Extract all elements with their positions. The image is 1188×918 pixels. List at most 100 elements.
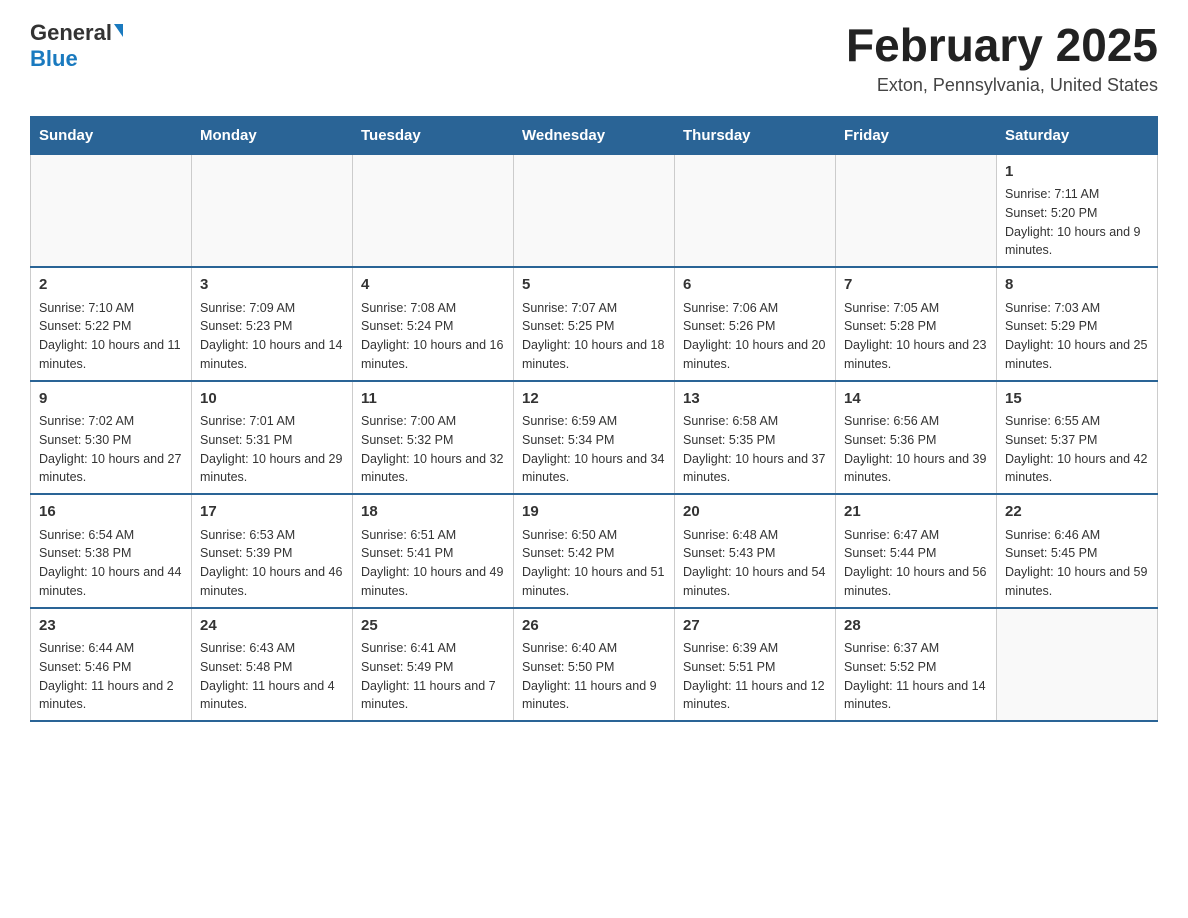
logo-blue-text: Blue	[30, 46, 78, 72]
day-number: 6	[683, 274, 827, 297]
calendar-day: 23Sunrise: 6:44 AMSunset: 5:46 PMDayligh…	[31, 608, 192, 722]
calendar-day: 24Sunrise: 6:43 AMSunset: 5:48 PMDayligh…	[192, 608, 353, 722]
day-info: Sunrise: 7:01 AMSunset: 5:31 PMDaylight:…	[200, 412, 344, 487]
weekday-header-row: SundayMondayTuesdayWednesdayThursdayFrid…	[31, 116, 1158, 154]
day-info: Sunrise: 6:41 AMSunset: 5:49 PMDaylight:…	[361, 639, 505, 714]
day-info: Sunrise: 7:11 AMSunset: 5:20 PMDaylight:…	[1005, 185, 1149, 260]
day-number: 27	[683, 615, 827, 638]
day-info: Sunrise: 7:07 AMSunset: 5:25 PMDaylight:…	[522, 299, 666, 374]
day-number: 20	[683, 501, 827, 524]
calendar-day: 15Sunrise: 6:55 AMSunset: 5:37 PMDayligh…	[997, 381, 1158, 495]
calendar-day: 1Sunrise: 7:11 AMSunset: 5:20 PMDaylight…	[997, 154, 1158, 267]
day-number: 8	[1005, 274, 1149, 297]
month-title: February 2025	[846, 20, 1158, 71]
calendar-body: 1Sunrise: 7:11 AMSunset: 5:20 PMDaylight…	[31, 154, 1158, 721]
day-info: Sunrise: 6:44 AMSunset: 5:46 PMDaylight:…	[39, 639, 183, 714]
day-info: Sunrise: 6:43 AMSunset: 5:48 PMDaylight:…	[200, 639, 344, 714]
day-number: 18	[361, 501, 505, 524]
day-number: 24	[200, 615, 344, 638]
day-number: 2	[39, 274, 183, 297]
logo-general-text: General	[30, 20, 112, 46]
day-number: 12	[522, 388, 666, 411]
day-number: 11	[361, 388, 505, 411]
day-info: Sunrise: 6:54 AMSunset: 5:38 PMDaylight:…	[39, 526, 183, 601]
day-info: Sunrise: 6:51 AMSunset: 5:41 PMDaylight:…	[361, 526, 505, 601]
calendar-day	[836, 154, 997, 267]
day-info: Sunrise: 7:06 AMSunset: 5:26 PMDaylight:…	[683, 299, 827, 374]
calendar-week-2: 2Sunrise: 7:10 AMSunset: 5:22 PMDaylight…	[31, 267, 1158, 381]
calendar-day: 13Sunrise: 6:58 AMSunset: 5:35 PMDayligh…	[675, 381, 836, 495]
day-info: Sunrise: 6:40 AMSunset: 5:50 PMDaylight:…	[522, 639, 666, 714]
day-info: Sunrise: 7:09 AMSunset: 5:23 PMDaylight:…	[200, 299, 344, 374]
day-number: 22	[1005, 501, 1149, 524]
calendar-day: 21Sunrise: 6:47 AMSunset: 5:44 PMDayligh…	[836, 494, 997, 608]
day-number: 5	[522, 274, 666, 297]
day-info: Sunrise: 6:59 AMSunset: 5:34 PMDaylight:…	[522, 412, 666, 487]
weekday-wednesday: Wednesday	[514, 116, 675, 154]
calendar-day: 10Sunrise: 7:01 AMSunset: 5:31 PMDayligh…	[192, 381, 353, 495]
calendar-day	[675, 154, 836, 267]
calendar-day: 28Sunrise: 6:37 AMSunset: 5:52 PMDayligh…	[836, 608, 997, 722]
day-number: 23	[39, 615, 183, 638]
day-number: 1	[1005, 161, 1149, 184]
calendar-day: 11Sunrise: 7:00 AMSunset: 5:32 PMDayligh…	[353, 381, 514, 495]
calendar-header: SundayMondayTuesdayWednesdayThursdayFrid…	[31, 116, 1158, 154]
calendar-day: 26Sunrise: 6:40 AMSunset: 5:50 PMDayligh…	[514, 608, 675, 722]
day-info: Sunrise: 7:00 AMSunset: 5:32 PMDaylight:…	[361, 412, 505, 487]
calendar-day: 6Sunrise: 7:06 AMSunset: 5:26 PMDaylight…	[675, 267, 836, 381]
calendar-day	[353, 154, 514, 267]
day-info: Sunrise: 6:53 AMSunset: 5:39 PMDaylight:…	[200, 526, 344, 601]
day-info: Sunrise: 6:46 AMSunset: 5:45 PMDaylight:…	[1005, 526, 1149, 601]
day-info: Sunrise: 6:48 AMSunset: 5:43 PMDaylight:…	[683, 526, 827, 601]
day-number: 28	[844, 615, 988, 638]
day-number: 19	[522, 501, 666, 524]
calendar-week-4: 16Sunrise: 6:54 AMSunset: 5:38 PMDayligh…	[31, 494, 1158, 608]
calendar-day: 4Sunrise: 7:08 AMSunset: 5:24 PMDaylight…	[353, 267, 514, 381]
logo: General Blue	[30, 20, 123, 72]
calendar-day: 20Sunrise: 6:48 AMSunset: 5:43 PMDayligh…	[675, 494, 836, 608]
day-info: Sunrise: 7:03 AMSunset: 5:29 PMDaylight:…	[1005, 299, 1149, 374]
day-number: 7	[844, 274, 988, 297]
calendar-day: 22Sunrise: 6:46 AMSunset: 5:45 PMDayligh…	[997, 494, 1158, 608]
calendar-day: 16Sunrise: 6:54 AMSunset: 5:38 PMDayligh…	[31, 494, 192, 608]
day-info: Sunrise: 6:55 AMSunset: 5:37 PMDaylight:…	[1005, 412, 1149, 487]
day-number: 16	[39, 501, 183, 524]
day-number: 15	[1005, 388, 1149, 411]
calendar-week-5: 23Sunrise: 6:44 AMSunset: 5:46 PMDayligh…	[31, 608, 1158, 722]
day-number: 26	[522, 615, 666, 638]
calendar-day: 7Sunrise: 7:05 AMSunset: 5:28 PMDaylight…	[836, 267, 997, 381]
day-number: 3	[200, 274, 344, 297]
day-info: Sunrise: 6:56 AMSunset: 5:36 PMDaylight:…	[844, 412, 988, 487]
page-header: General Blue February 2025 Exton, Pennsy…	[30, 20, 1158, 96]
calendar-week-3: 9Sunrise: 7:02 AMSunset: 5:30 PMDaylight…	[31, 381, 1158, 495]
calendar-day: 8Sunrise: 7:03 AMSunset: 5:29 PMDaylight…	[997, 267, 1158, 381]
weekday-tuesday: Tuesday	[353, 116, 514, 154]
day-number: 21	[844, 501, 988, 524]
calendar-day	[192, 154, 353, 267]
calendar-day: 27Sunrise: 6:39 AMSunset: 5:51 PMDayligh…	[675, 608, 836, 722]
calendar-day: 5Sunrise: 7:07 AMSunset: 5:25 PMDaylight…	[514, 267, 675, 381]
calendar-day	[514, 154, 675, 267]
day-number: 14	[844, 388, 988, 411]
day-info: Sunrise: 6:47 AMSunset: 5:44 PMDaylight:…	[844, 526, 988, 601]
calendar-day: 17Sunrise: 6:53 AMSunset: 5:39 PMDayligh…	[192, 494, 353, 608]
calendar-day: 18Sunrise: 6:51 AMSunset: 5:41 PMDayligh…	[353, 494, 514, 608]
logo-triangle-icon	[114, 24, 123, 37]
day-info: Sunrise: 6:58 AMSunset: 5:35 PMDaylight:…	[683, 412, 827, 487]
day-number: 10	[200, 388, 344, 411]
calendar-day	[31, 154, 192, 267]
day-info: Sunrise: 6:50 AMSunset: 5:42 PMDaylight:…	[522, 526, 666, 601]
location-text: Exton, Pennsylvania, United States	[846, 75, 1158, 96]
day-info: Sunrise: 7:10 AMSunset: 5:22 PMDaylight:…	[39, 299, 183, 374]
calendar-day: 12Sunrise: 6:59 AMSunset: 5:34 PMDayligh…	[514, 381, 675, 495]
calendar-day	[997, 608, 1158, 722]
weekday-thursday: Thursday	[675, 116, 836, 154]
day-info: Sunrise: 7:05 AMSunset: 5:28 PMDaylight:…	[844, 299, 988, 374]
day-info: Sunrise: 7:02 AMSunset: 5:30 PMDaylight:…	[39, 412, 183, 487]
day-number: 17	[200, 501, 344, 524]
calendar-table: SundayMondayTuesdayWednesdayThursdayFrid…	[30, 116, 1158, 723]
calendar-week-1: 1Sunrise: 7:11 AMSunset: 5:20 PMDaylight…	[31, 154, 1158, 267]
weekday-monday: Monday	[192, 116, 353, 154]
day-number: 25	[361, 615, 505, 638]
day-number: 4	[361, 274, 505, 297]
